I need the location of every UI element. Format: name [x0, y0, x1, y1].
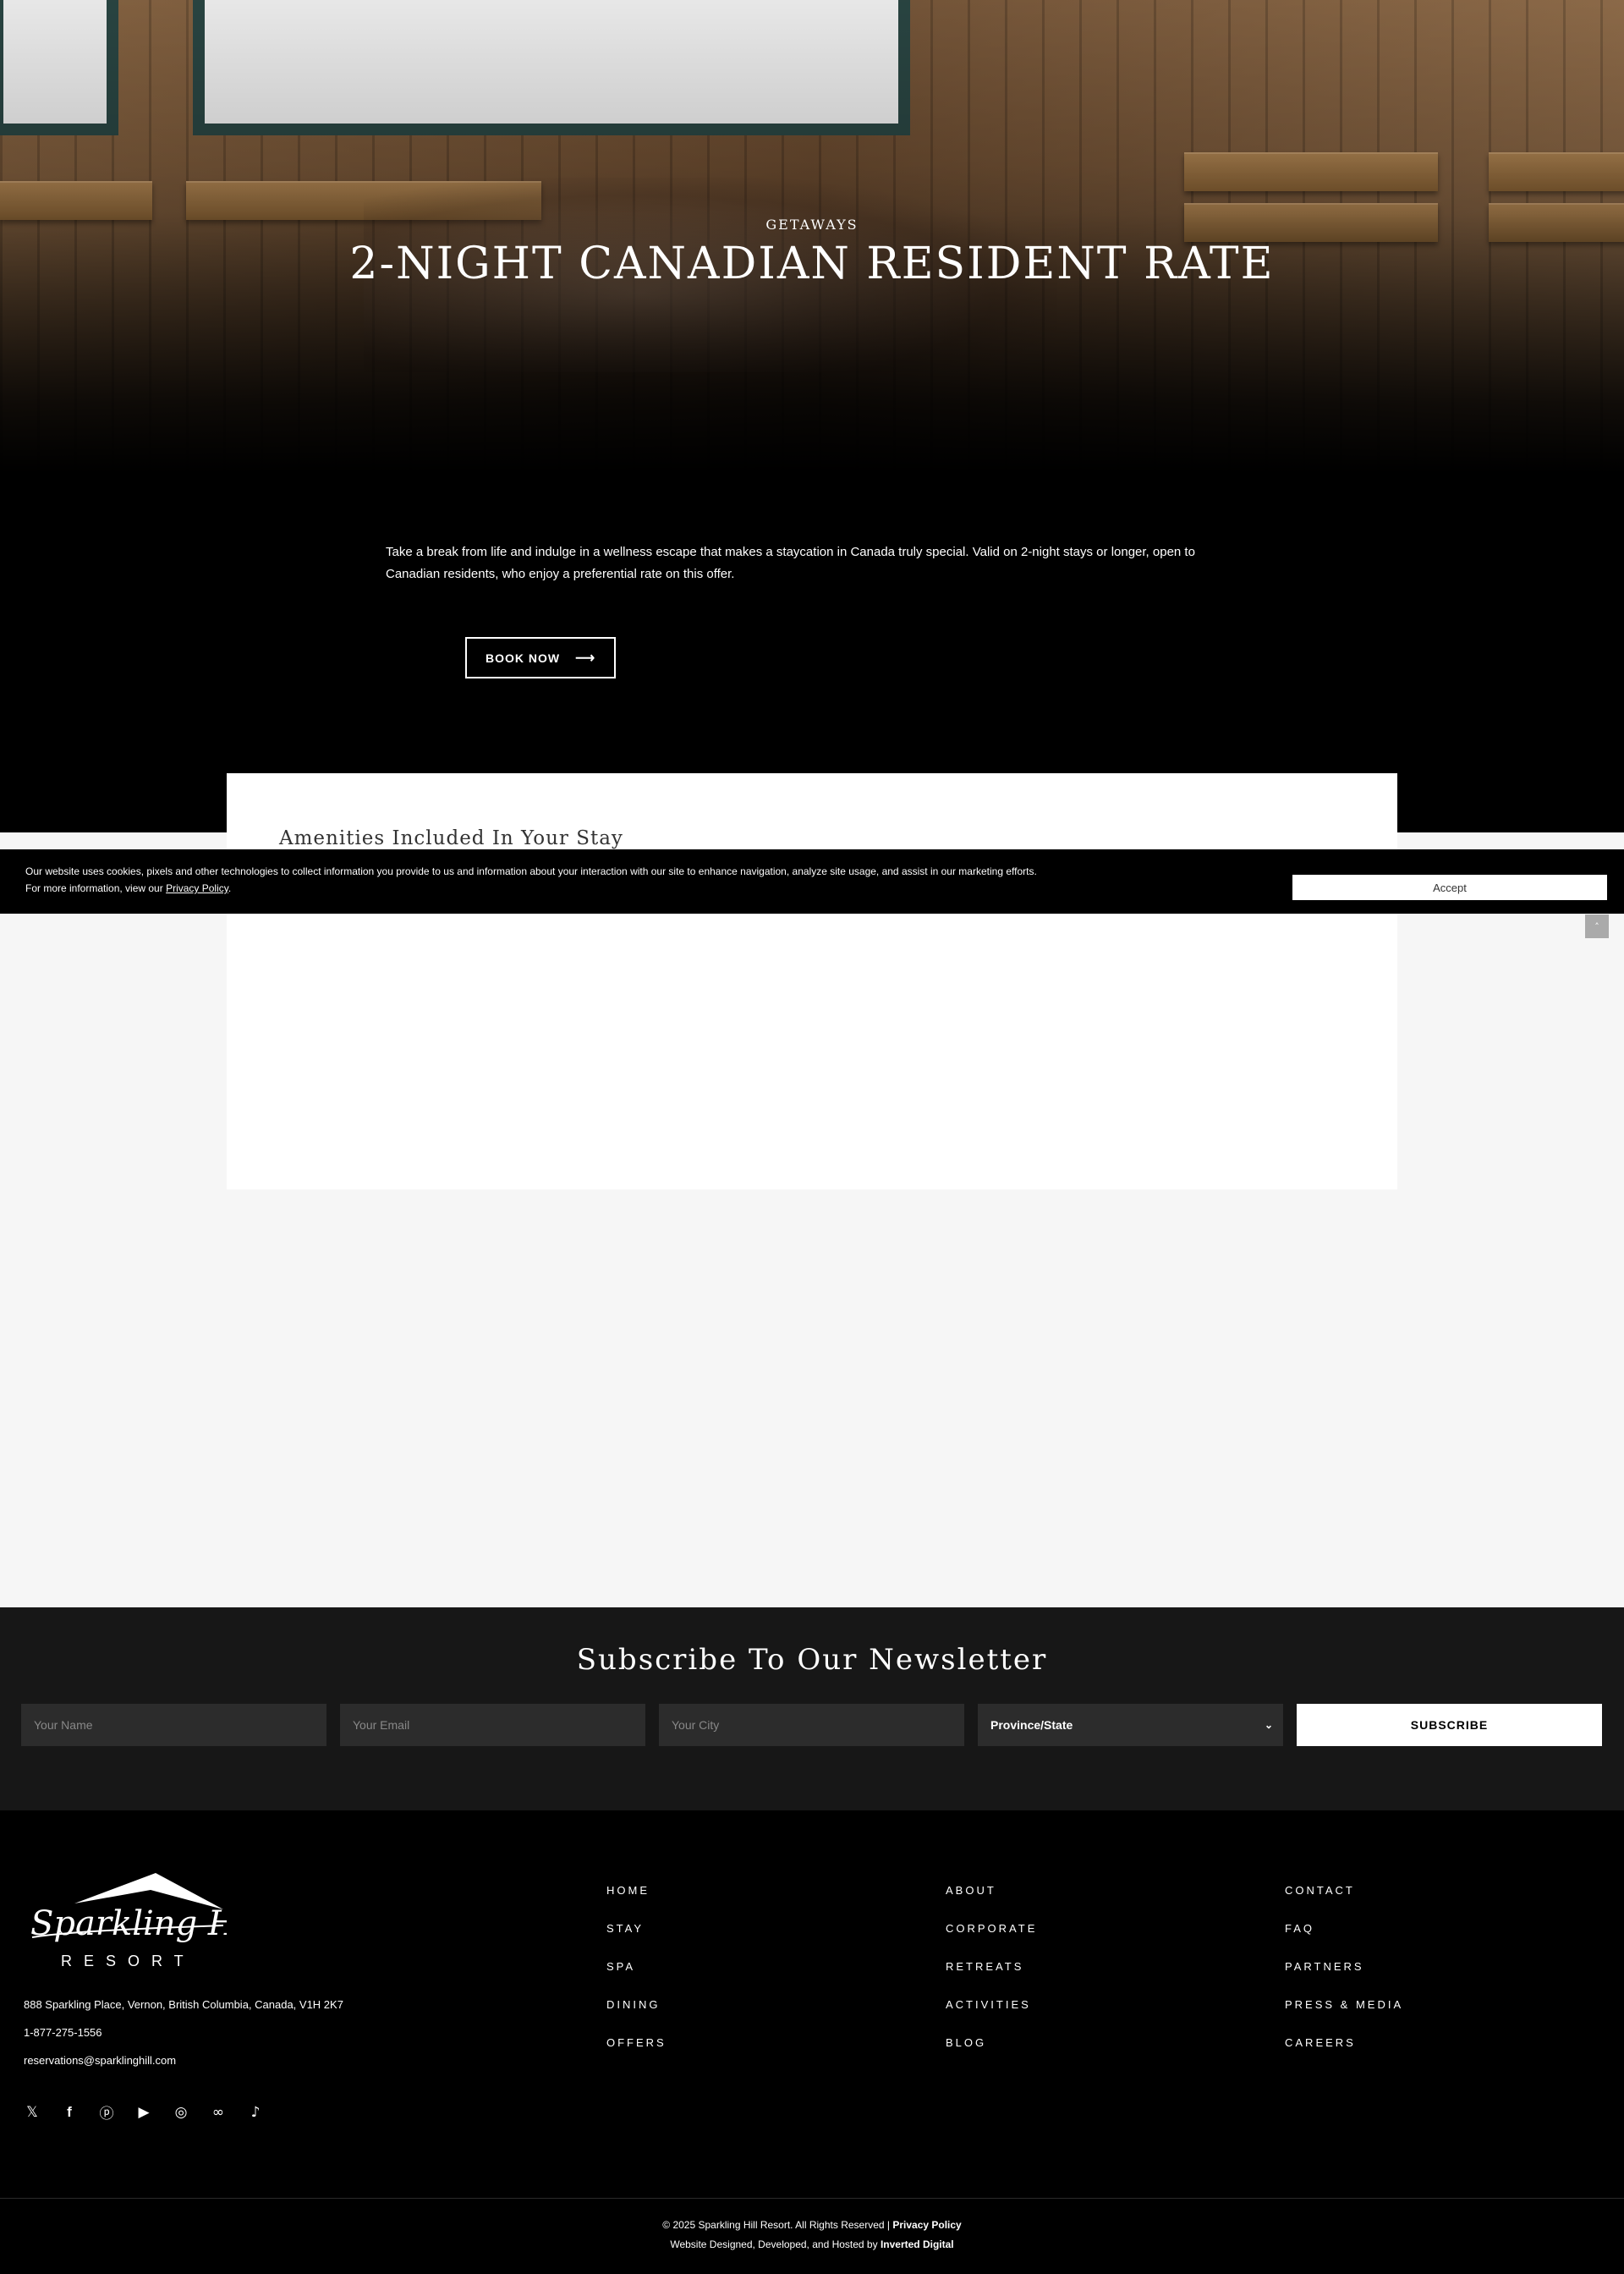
chevron-down-icon: ⌄ — [1264, 1719, 1273, 1731]
footer-link-about[interactable]: ABOUT — [946, 1884, 1037, 1899]
tiktok-icon[interactable]: ♪ — [247, 2104, 264, 2121]
footer-link-activities[interactable]: ACTIVITIES — [946, 1998, 1037, 2013]
cookie-text: Our website uses cookies, pixels and oth… — [25, 865, 1037, 894]
chevron-up-icon: ˄ — [1594, 920, 1599, 932]
social-links: 𝕏 f ⓟ ▶ ◎ ∞ ♪ — [24, 2101, 264, 2123]
email-link[interactable]: reservations@sparklinghill.com — [24, 2054, 176, 2067]
facebook-icon[interactable]: f — [61, 2104, 78, 2121]
book-now-button[interactable]: BOOK NOW ⟶ — [465, 637, 616, 678]
address-text: 888 Sparkling Place, Vernon, British Col… — [24, 1998, 343, 2011]
subscribe-button[interactable]: SUBSCRIBE — [1297, 1704, 1602, 1746]
footer-link-partners[interactable]: PARTNERS — [1285, 1960, 1403, 1975]
amenities-panel: Amenities Included In Your Stay — [227, 773, 1397, 1189]
page-title: 2-NIGHT CANADIAN RESIDENT RATE — [349, 239, 1275, 289]
copyright-text: © 2025 Sparkling Hill Resort. All Rights… — [662, 2219, 962, 2231]
footer-nav-col1: HOME STAY SPA DINING OFFERS — [606, 1884, 667, 2052]
footer-link-faq[interactable]: FAQ — [1285, 1922, 1403, 1937]
youtube-icon[interactable]: ▶ — [135, 2104, 152, 2121]
footer-nav-col3: CONTACT FAQ PARTNERS PRESS & MEDIA CAREE… — [1285, 1884, 1403, 2052]
footer-link-offers[interactable]: OFFERS — [606, 2036, 667, 2052]
footer-link-corporate[interactable]: CORPORATE — [946, 1922, 1037, 1937]
tripadvisor-icon[interactable]: ∞ — [210, 2104, 227, 2121]
footer-link-dining[interactable]: DINING — [606, 1998, 667, 2013]
x-icon[interactable]: 𝕏 — [24, 2104, 41, 2121]
offer-description: Take a break from life and indulge in a … — [386, 545, 1195, 581]
privacy-policy-footer-link[interactable]: Privacy Policy — [892, 2219, 961, 2231]
scroll-to-top-button[interactable]: ˄ — [1585, 915, 1609, 938]
arrow-right-icon: ⟶ — [575, 651, 596, 666]
credit-text: Website Designed, Developed, and Hosted … — [670, 2238, 954, 2250]
footer-link-stay[interactable]: STAY — [606, 1922, 667, 1937]
amenities-heading: Amenities Included In Your Stay — [279, 827, 623, 849]
footer-link-blog[interactable]: BLOG — [946, 2036, 1037, 2052]
footer-link-contact[interactable]: CONTACT — [1285, 1884, 1403, 1899]
email-input[interactable]: Your Email — [340, 1704, 645, 1746]
footer-bottom-bar: © 2025 Sparkling Hill Resort. All Rights… — [0, 2198, 1624, 2250]
newsletter-heading: Subscribe To Our Newsletter — [576, 1643, 1048, 1677]
footer-link-careers[interactable]: CAREERS — [1285, 2036, 1403, 2052]
inverted-digital-link[interactable]: Inverted Digital — [881, 2238, 954, 2250]
accept-cookies-button[interactable]: Accept — [1292, 875, 1607, 900]
pinterest-icon[interactable]: ⓟ — [98, 2101, 115, 2123]
phone-link[interactable]: 1-877-275-1556 — [24, 2026, 102, 2039]
hero-banner: GETAWAYS 2-NIGHT CANADIAN RESIDENT RATE — [0, 0, 1624, 474]
svg-text:RESORT: RESORT — [61, 1953, 195, 1969]
newsletter-section: Subscribe To Our Newsletter Your Name Yo… — [0, 1607, 1624, 1810]
site-footer: Sparkling Hill RESORT 888 Sparkling Plac… — [0, 1810, 1624, 2274]
footer-link-retreats[interactable]: RETREATS — [946, 1960, 1037, 1975]
footer-nav-col2: ABOUT CORPORATE RETREATS ACTIVITIES BLOG — [946, 1884, 1037, 2052]
cookie-banner: Our website uses cookies, pixels and oth… — [0, 849, 1624, 914]
province-select[interactable]: Province/State ⌄ — [978, 1704, 1283, 1746]
footer-link-press-media[interactable]: PRESS & MEDIA — [1285, 1998, 1403, 2013]
instagram-icon[interactable]: ◎ — [173, 2104, 189, 2121]
footer-link-spa[interactable]: SPA — [606, 1960, 667, 1975]
sparkling-hill-logo[interactable]: Sparkling Hill RESORT — [24, 1871, 227, 1969]
name-input[interactable]: Your Name — [21, 1704, 326, 1746]
privacy-policy-link[interactable]: Privacy Policy — [166, 882, 228, 894]
svg-text:Sparkling Hill: Sparkling Hill — [30, 1904, 227, 1943]
city-input[interactable]: Your City — [659, 1704, 964, 1746]
hero-eyebrow: GETAWAYS — [765, 217, 859, 233]
book-now-label: BOOK NOW — [485, 651, 561, 665]
footer-link-home[interactable]: HOME — [606, 1884, 667, 1899]
